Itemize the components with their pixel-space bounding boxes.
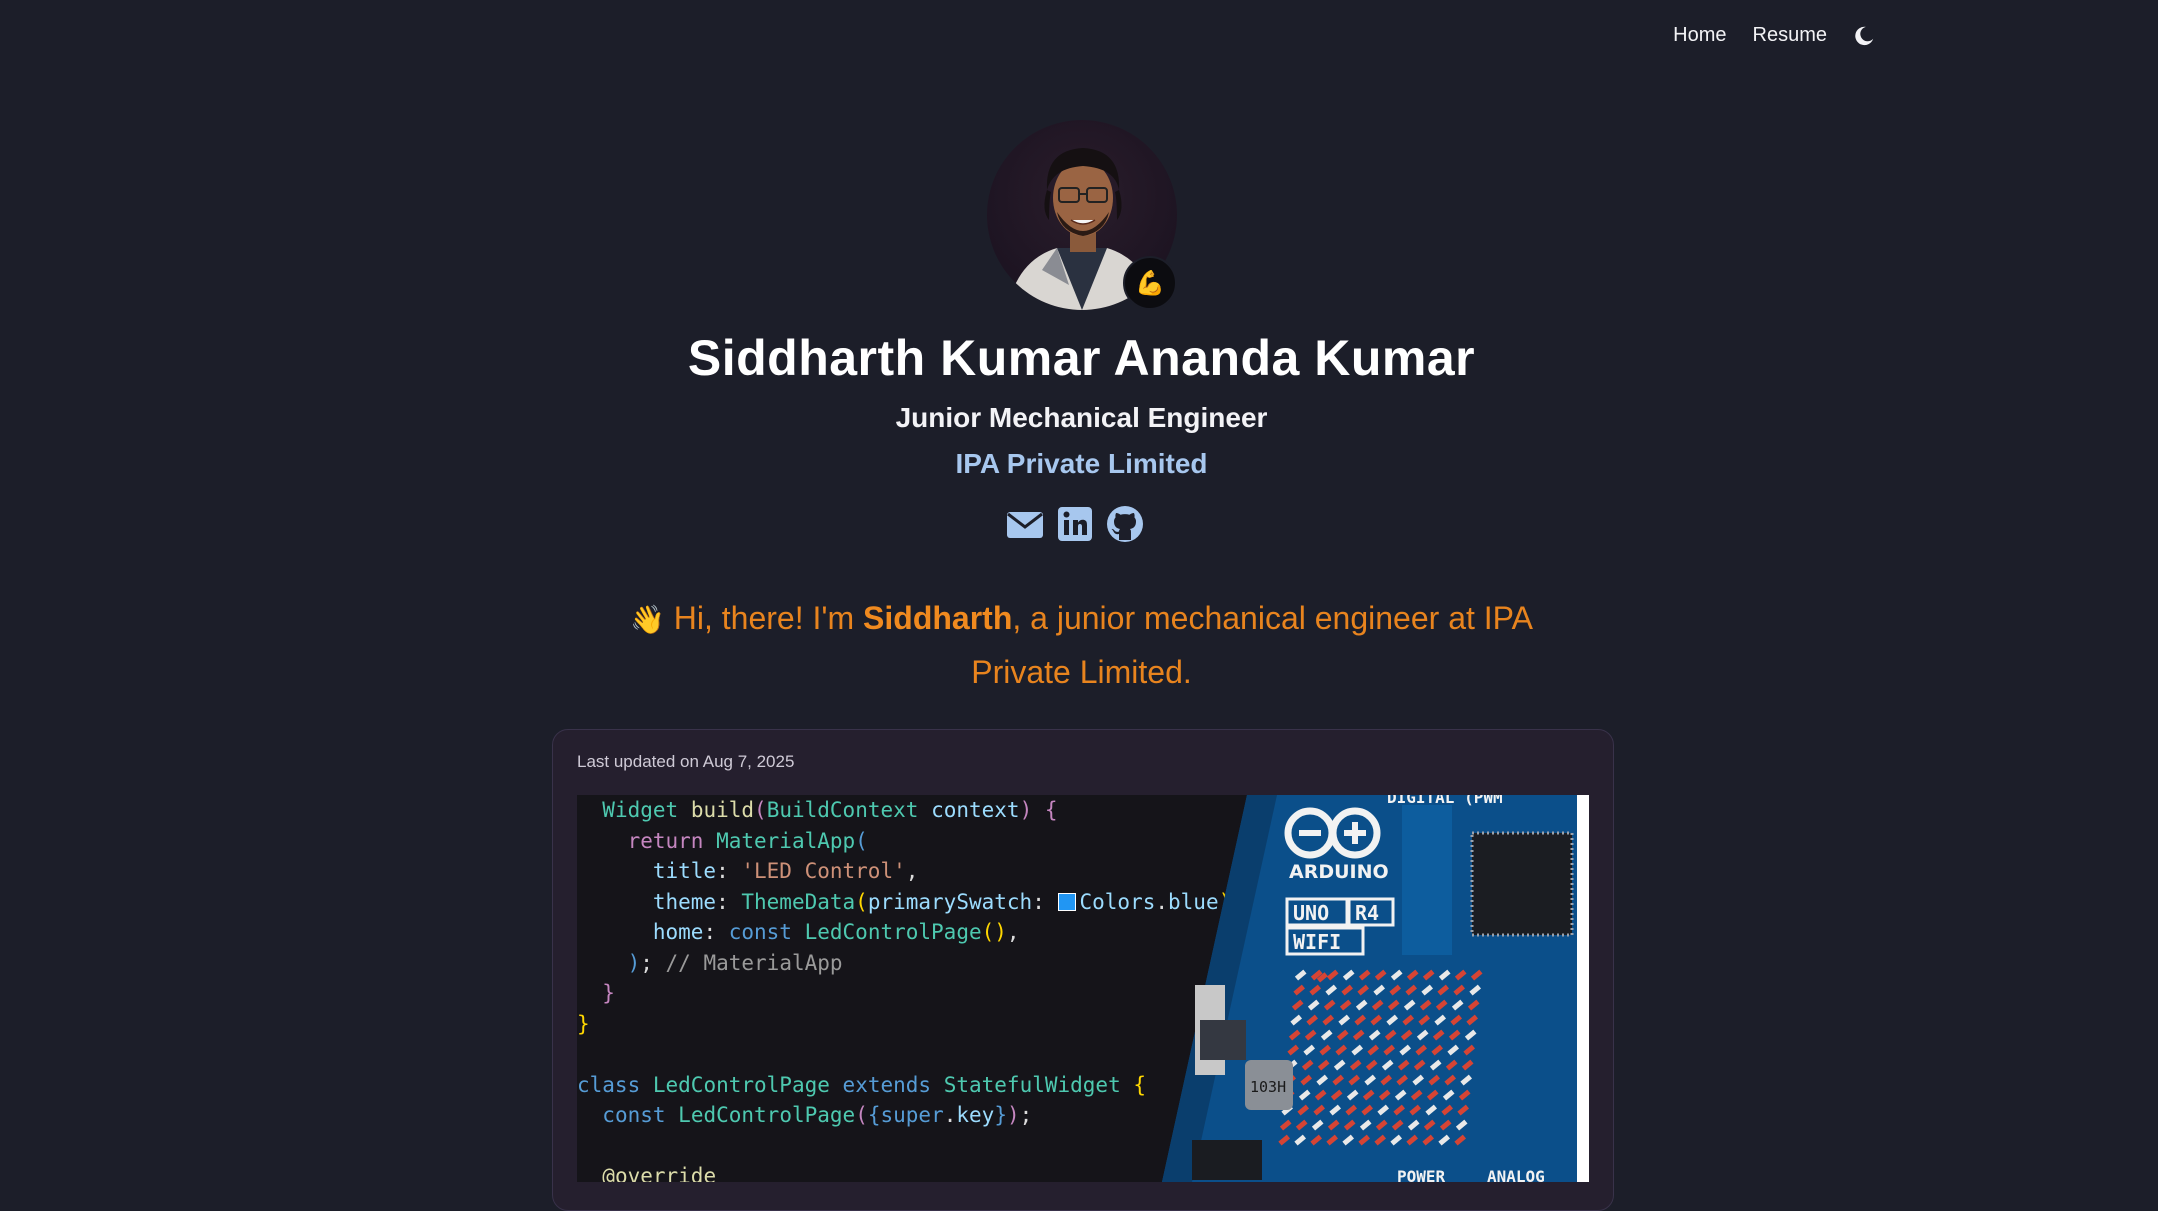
intro-suffix: , a junior mechanical engineer at IPA Pr… <box>971 600 1533 690</box>
board-brand-label: ARDUINO <box>1289 861 1389 883</box>
nav-resume-link[interactable]: Resume <box>1753 24 1827 47</box>
envelope-icon[interactable] <box>1005 504 1045 544</box>
profile-company-link[interactable]: IPA Private Limited <box>0 448 2158 480</box>
board-model-wifi: WIFI <box>1293 930 1341 954</box>
waving-hand-icon: 👋 <box>630 604 665 635</box>
board-power-label: POWER <box>1397 1167 1446 1182</box>
arduino-board-image: ARDUINO UNO R4 WIFI DIGITAL (PWM 103H PO… <box>1162 795 1589 1182</box>
linkedin-icon[interactable] <box>1055 504 1095 544</box>
profile-name: Siddharth Kumar Ananda Kumar <box>687 330 1476 386</box>
avatar-status-badge: 💪 <box>1123 256 1177 310</box>
github-icon[interactable] <box>1105 504 1145 544</box>
intro-text: 👋 Hi, there! I'm Siddharth, a junior mec… <box>580 592 1583 698</box>
board-analog-label: ANALOG <box>1487 1167 1545 1182</box>
post-thumbnail[interactable]: Widget build(BuildContext context) { ret… <box>577 795 1589 1182</box>
board-chip-label: 103H <box>1250 1078 1286 1096</box>
flexed-bicep-icon: 💪 <box>1135 269 1165 297</box>
profile-role: Junior Mechanical Engineer <box>895 402 1268 433</box>
intro-prefix: Hi, there! I'm <box>673 600 864 636</box>
last-updated-text: Last updated on Aug 7, 2025 <box>577 752 795 771</box>
moon-icon[interactable] <box>1853 25 1875 47</box>
board-model-uno: UNO <box>1293 901 1329 925</box>
post-card[interactable]: Last updated on Aug 7, 2025 Widget build… <box>552 729 1614 1211</box>
avatar: 💪 <box>987 120 1177 310</box>
intro-name: Siddharth <box>863 600 1013 636</box>
board-model-r4: R4 <box>1355 901 1379 925</box>
social-links <box>1005 504 1145 544</box>
nav-home-link[interactable]: Home <box>1673 24 1726 47</box>
top-nav: Home Resume <box>1673 24 1875 47</box>
